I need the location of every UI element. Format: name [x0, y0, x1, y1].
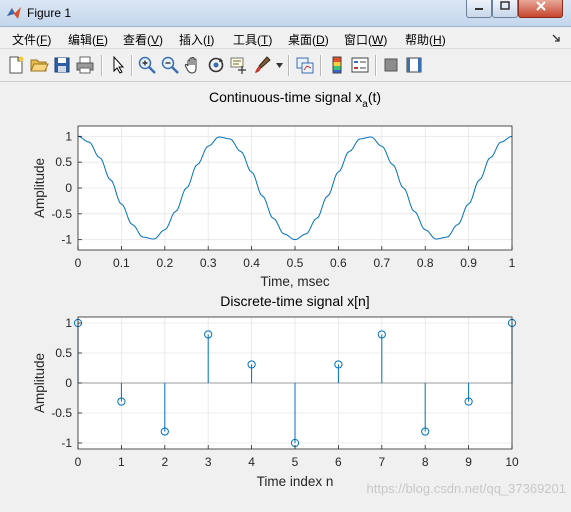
menu-help[interactable]: 帮助(H) — [405, 31, 446, 48]
watermark: https://blog.csdn.net/qq_37369201 — [367, 481, 567, 496]
close-icon — [535, 1, 546, 11]
window-titlebar: Figure 1 — [0, 0, 571, 27]
axes-continuous[interactable]: 0 0.1 0.2 0.3 0.4 0.5 0.6 0.7 0.8 0.9 1 -1 -0.5 0 0.5 1… — [32, 89, 516, 289]
ax1-xtick-label: 0.3 — [200, 256, 217, 270]
new-figure-icon[interactable] — [6, 55, 26, 75]
maximize-button[interactable] — [492, 0, 518, 18]
ax1-xtick-label: 0.7 — [373, 256, 390, 270]
ax2-xtick-label: 7 — [378, 455, 385, 469]
menu-bar: 文件(F) 编辑(E) 查看(V) 插入(I) 工具(T) 桌面(D) 窗口(W… — [0, 27, 571, 49]
ax2-xlabel: Time index n — [257, 474, 334, 489]
ax2-xtick-label: 8 — [422, 455, 429, 469]
ax2-xtick-label: 5 — [292, 455, 299, 469]
figure-canvas: 0 0.1 0.2 0.3 0.4 0.5 0.6 0.7 0.8 0.9 1 -1 -0.5 0 0.5 1… — [0, 82, 571, 507]
ax2-xtick-label: 10 — [505, 455, 519, 469]
ax1-xtick-label: 0.4 — [243, 256, 260, 270]
ax2-ylabel: Amplitude — [32, 353, 47, 413]
ax1-ytick-label: -0.5 — [51, 207, 72, 221]
menu-window[interactable]: 窗口(W) — [344, 31, 387, 48]
ax2-title: Discrete-time signal x[n] — [220, 293, 369, 309]
ax2-xtick-label: 4 — [248, 455, 255, 469]
ax1-ytick-label: -1 — [61, 233, 72, 247]
matlab-logo-icon — [7, 7, 21, 19]
open-file-icon[interactable] — [29, 55, 49, 75]
ax1-xtick-label: 0.6 — [330, 256, 347, 270]
save-icon[interactable] — [52, 55, 72, 75]
minimize-button[interactable] — [466, 0, 492, 18]
toolbar-separator — [320, 55, 322, 76]
legend-icon[interactable] — [350, 55, 370, 75]
menu-tools[interactable]: 工具(T) — [233, 31, 272, 48]
ax1-ytick-label: 0.5 — [55, 155, 72, 169]
ax2-xtick-label: 2 — [161, 455, 168, 469]
show-plot-tools-icon[interactable] — [404, 55, 424, 75]
menu-desktop[interactable]: 桌面(D) — [288, 31, 329, 48]
ax1-xlabel: Time, msec — [260, 274, 330, 289]
edit-plot-arrow-icon[interactable] — [108, 55, 128, 75]
close-button[interactable] — [518, 0, 563, 18]
ax1-xtick-label: 0.8 — [417, 256, 434, 270]
ax1-xtick-label: 0.2 — [156, 256, 173, 270]
ax2-ytick-label: 1 — [65, 316, 72, 330]
print-icon[interactable] — [75, 55, 95, 75]
ax1-xtick-label: 0.9 — [460, 256, 477, 270]
ax2-ytick-label: 0.5 — [55, 346, 72, 360]
ax2-xtick-label: 9 — [465, 455, 472, 469]
toolbar-separator — [131, 55, 133, 76]
ax2-xtick-label: 6 — [335, 455, 342, 469]
ax1-xtick-label: 0 — [75, 256, 82, 270]
ax1-ytick-label: 0 — [65, 181, 72, 195]
ax2-xtick-label: 0 — [75, 455, 82, 469]
menu-edit[interactable]: 编辑(E) — [68, 31, 108, 48]
ax2-ytick-label: 0 — [65, 376, 72, 390]
menu-insert[interactable]: 插入(I) — [179, 31, 214, 48]
rotate-3d-icon[interactable] — [206, 55, 226, 75]
axes-discrete[interactable]: 0 1 2 3 4 5 6 7 8 9 10 -1 -0.5 0 0.5 1 Discrete-time si… — [32, 293, 519, 489]
pan-hand-icon[interactable] — [183, 55, 203, 75]
menu-file[interactable]: 文件(F) — [12, 31, 51, 48]
brush-dropdown-icon[interactable] — [276, 63, 283, 68]
brush-icon[interactable] — [252, 55, 272, 75]
zoom-in-icon[interactable] — [137, 55, 157, 75]
maximize-icon — [500, 1, 510, 10]
ax2-ytick-label: -0.5 — [51, 406, 72, 420]
ax2-xtick-label: 1 — [118, 455, 125, 469]
dock-arrow-icon[interactable] — [551, 33, 561, 43]
figure-toolbar — [0, 49, 571, 82]
ax1-ylabel: Amplitude — [32, 158, 47, 218]
ax2-ytick-label: -1 — [61, 436, 72, 450]
toolbar-separator — [101, 55, 103, 76]
ax1-xtick-label: 0.1 — [113, 256, 130, 270]
figure-plot-area: 0 0.1 0.2 0.3 0.4 0.5 0.6 0.7 0.8 0.9 1 -1 -0.5 0 0.5 1… — [32, 89, 567, 496]
ax1-ytick-label: 1 — [65, 129, 72, 143]
toolbar-separator — [288, 55, 290, 76]
minimize-icon — [475, 8, 483, 10]
ax1-xtick-label: 0.5 — [287, 256, 304, 270]
hide-plot-tools-icon[interactable] — [381, 55, 401, 75]
ax2-xtick-label: 3 — [205, 455, 212, 469]
ax1-title: Continuous-time signal xa(t) — [209, 89, 381, 110]
toolbar-separator — [375, 55, 377, 76]
zoom-out-icon[interactable] — [160, 55, 180, 75]
colorbar-icon[interactable] — [327, 55, 347, 75]
link-plot-icon[interactable] — [295, 55, 315, 75]
data-cursor-icon[interactable] — [229, 55, 249, 75]
window-title: Figure 1 — [27, 6, 72, 20]
ax1-xtick-label: 1 — [509, 256, 516, 270]
menu-view[interactable]: 查看(V) — [123, 31, 163, 48]
